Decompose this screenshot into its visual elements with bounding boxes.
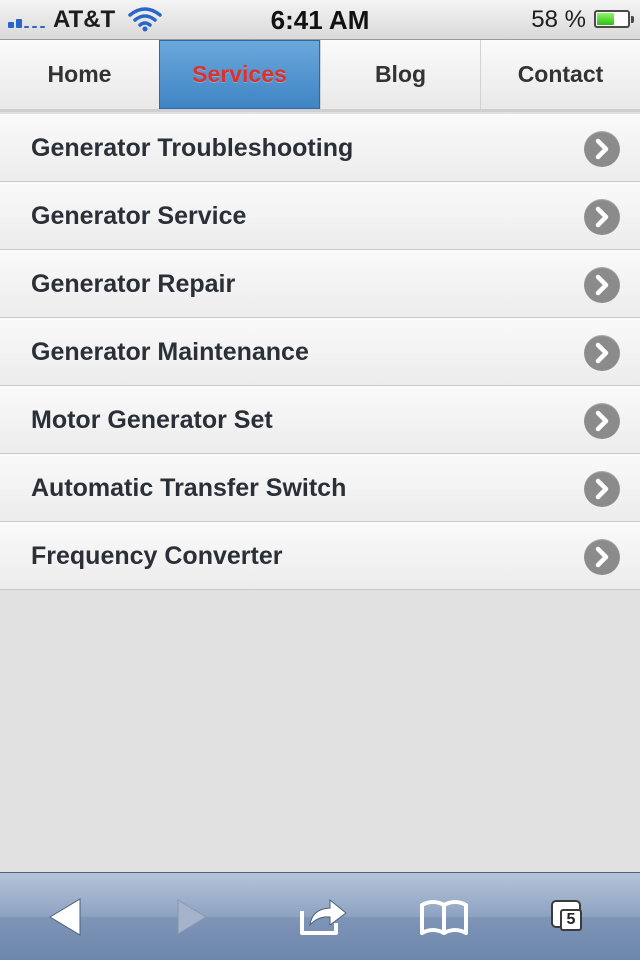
forward-arrow-icon[interactable] [162,893,218,941]
share-icon[interactable] [296,893,352,941]
services-list: Generator Troubleshooting Generator Serv… [0,114,640,590]
chevron-right-circle-icon [584,335,620,371]
tab-contact[interactable]: Contact [480,40,640,109]
list-item-generator-service[interactable]: Generator Service [0,182,640,250]
tabs-count-badge: 5 [560,909,582,931]
list-item-generator-repair[interactable]: Generator Repair [0,250,640,318]
tab-home[interactable]: Home [0,40,159,109]
list-item-generator-troubleshooting[interactable]: Generator Troubleshooting [0,114,640,182]
chevron-right-circle-icon [584,471,620,507]
battery-icon [594,10,634,28]
list-item-motor-generator-set[interactable]: Motor Generator Set [0,386,640,454]
chevron-right-circle-icon [584,403,620,439]
tabs-button[interactable]: 5 [546,893,602,941]
list-item-frequency-converter[interactable]: Frequency Converter [0,522,640,590]
chevron-right-circle-icon [584,267,620,303]
list-item-automatic-transfer-switch[interactable]: Automatic Transfer Switch [0,454,640,522]
top-navigation: Home Services Blog Contact [0,40,640,112]
list-item-label: Generator Maintenance [31,338,309,366]
bookmarks-book-icon[interactable] [416,893,472,941]
chevron-right-circle-icon [584,539,620,575]
list-item-label: Motor Generator Set [31,406,273,434]
tab-blog[interactable]: Blog [320,40,480,109]
battery-percent: 58 % [531,6,586,33]
list-item-label: Generator Service [31,202,247,230]
browser-toolbar: 5 [0,872,640,960]
phone-screen: AT&T 6:41 AM 58 % Home Services Blog Con… [0,0,640,960]
chevron-right-circle-icon [584,199,620,235]
tab-services[interactable]: Services [159,40,320,109]
chevron-right-circle-icon [584,131,620,167]
list-item-label: Frequency Converter [31,542,283,570]
list-item-label: Generator Troubleshooting [31,134,354,162]
battery-level-fill [597,13,614,25]
list-item-generator-maintenance[interactable]: Generator Maintenance [0,318,640,386]
list-item-label: Automatic Transfer Switch [31,474,347,502]
status-bar: AT&T 6:41 AM 58 % [0,0,640,40]
list-item-label: Generator Repair [31,270,236,298]
back-arrow-icon[interactable] [38,893,94,941]
